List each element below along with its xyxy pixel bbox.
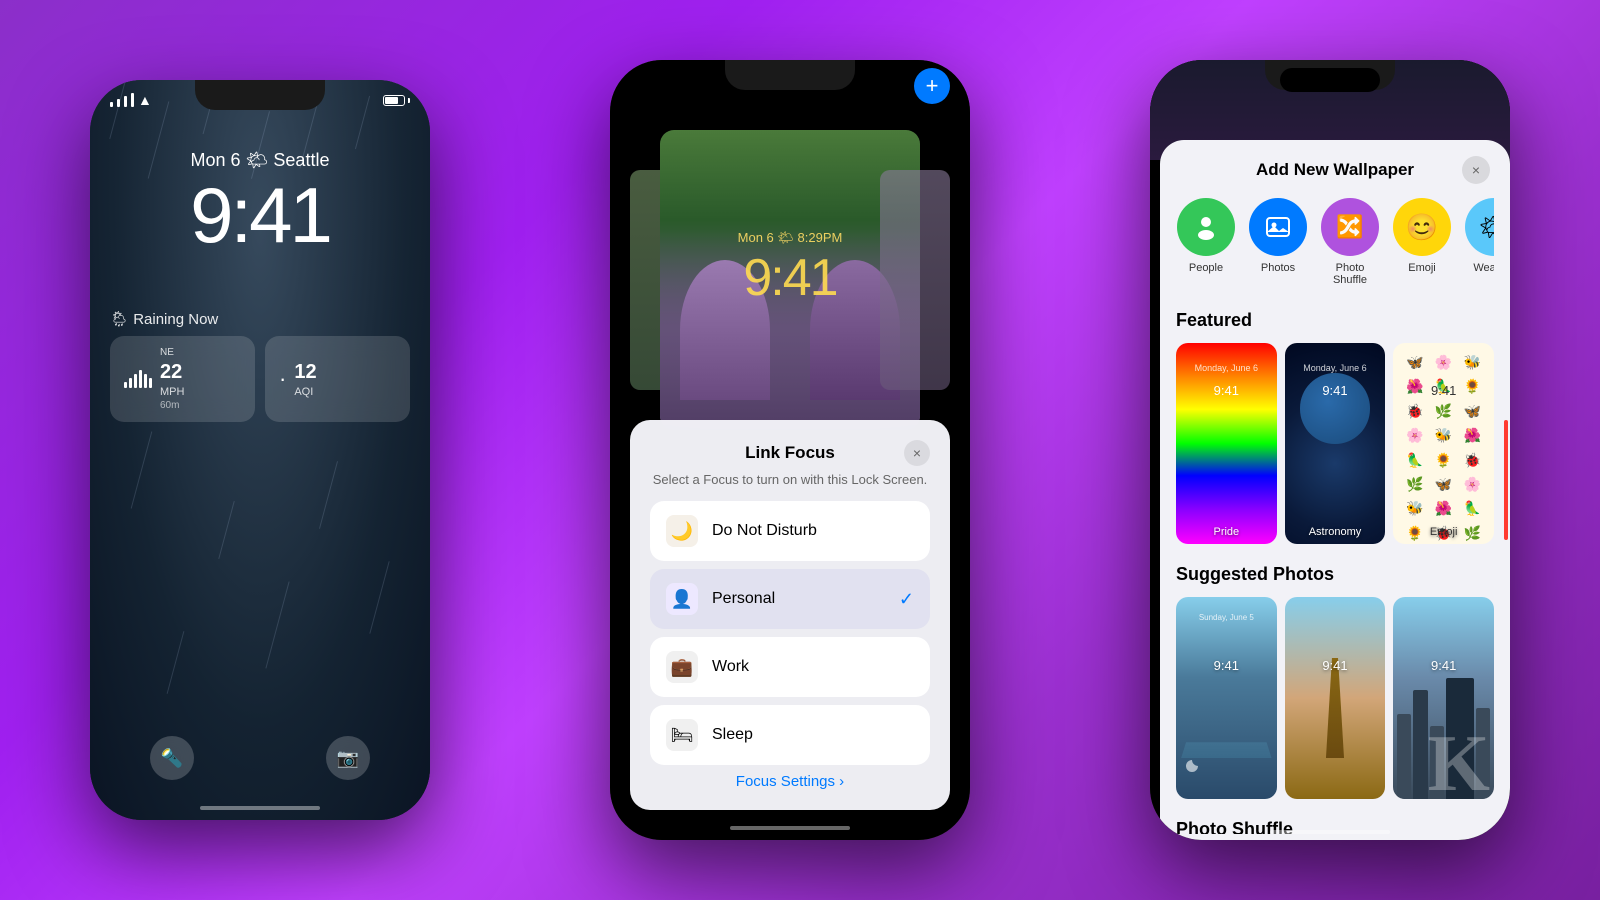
- focus-option-work[interactable]: 💼 Work: [650, 637, 930, 697]
- battery-indicator: [383, 95, 410, 106]
- photo-shuffle-type-icon: 🔀: [1321, 198, 1379, 256]
- people-type-icon: [1177, 198, 1235, 256]
- status-bar: ▲: [110, 92, 410, 108]
- modal-close-button[interactable]: ×: [904, 440, 930, 466]
- home-indicator-3[interactable]: [1270, 830, 1390, 834]
- type-photos-label: Photos: [1261, 262, 1295, 274]
- aqi-number: 12: [294, 359, 316, 385]
- flashlight-icon: 🔦: [161, 748, 183, 769]
- pride-label: Pride: [1176, 526, 1277, 538]
- home-indicator[interactable]: [200, 806, 320, 810]
- work-label: Work: [712, 658, 914, 676]
- type-emoji[interactable]: 😊 Emoji: [1392, 198, 1452, 286]
- wallpaper-screen: Add New Wallpaper × People: [1150, 60, 1510, 840]
- wind-time: 60m: [160, 399, 184, 412]
- camera-button[interactable]: 📷: [326, 736, 370, 780]
- wallpaper-emoji[interactable]: 🦋🌸🐝 🌺🦜🌻 🐞🌿🦋 🌸🐝🌺 🦜🌻🐞 🌿🦋🌸 🐝🌺🦜 🌻🐞🌿: [1393, 343, 1494, 544]
- panel-close-button[interactable]: ×: [1462, 156, 1490, 184]
- type-emoji-label: Emoji: [1408, 262, 1436, 274]
- featured-grid: 9:41 Monday, June 6 Pride 9:41 Monday, J…: [1176, 343, 1494, 544]
- panel-title: Add New Wallpaper: [1208, 160, 1462, 180]
- dnd-label: Do Not Disturb: [712, 522, 914, 540]
- sleep-label: Sleep: [712, 726, 914, 744]
- dnd-icon: 🌙: [666, 515, 698, 547]
- sleep-icon: 🛏: [666, 719, 698, 751]
- photo-time-overlay-3: 9:41: [1393, 658, 1494, 673]
- bridge-graphic: [1176, 678, 1277, 759]
- aqi-info: 12 AQI: [294, 359, 316, 399]
- lock-screen: ▲ Mon 6 🌤 Seattle 9:41 🌦 Raining Now: [90, 80, 430, 820]
- panel-header: Add New Wallpaper ×: [1160, 140, 1510, 194]
- phone-link-focus: PHOTO + Mon 6 🌤 8:29PM 9:41 Link Fo: [610, 60, 970, 840]
- photo-time-overlay: 9:41: [1176, 658, 1277, 673]
- weather-widget: 🌦 Raining Now NE 22 MPH: [110, 310, 410, 422]
- astronomy-label: Astronomy: [1285, 526, 1386, 538]
- featured-section-title: Featured: [1176, 310, 1494, 331]
- wind-speed: 22: [160, 359, 184, 385]
- photo-time: 9:41: [610, 248, 970, 308]
- phone-lock-screen: ▲ Mon 6 🌤 Seattle 9:41 🌦 Raining Now: [90, 80, 430, 820]
- emoji-type-icon: 😊: [1393, 198, 1451, 256]
- emoji-wallpaper-grid: 🦋🌸🐝 🌺🦜🌻 🐞🌿🦋 🌸🐝🌺 🦜🌻🐞 🌿🦋🌸 🐝🌺🦜 🌻🐞🌿: [1393, 343, 1494, 544]
- focus-option-sleep[interactable]: 🛏 Sleep: [650, 705, 930, 765]
- suggested-photos-title: Suggested Photos: [1176, 564, 1494, 585]
- type-people[interactable]: People: [1176, 198, 1236, 286]
- add-button[interactable]: +: [914, 68, 950, 104]
- focus-settings-link[interactable]: Focus Settings ›: [650, 773, 930, 790]
- phone-add-wallpaper: Add New Wallpaper × People: [1150, 60, 1510, 840]
- link-focus-modal: Link Focus × Select a Focus to turn on w…: [630, 420, 950, 810]
- checkmark-icon: ✓: [899, 589, 914, 610]
- wind-stat: NE 22 MPH 60m: [110, 336, 255, 422]
- focus-option-dnd[interactable]: 🌙 Do Not Disturb: [650, 501, 930, 561]
- type-photo-shuffle[interactable]: 🔀 Photo Shuffle: [1320, 198, 1380, 286]
- type-shuffle-label: Photo Shuffle: [1333, 262, 1367, 286]
- personal-label: Personal: [712, 590, 885, 608]
- work-icon: 💼: [666, 651, 698, 683]
- watermark: K: [1428, 719, 1490, 810]
- type-weather[interactable]: 🌤 Weather: [1464, 198, 1494, 286]
- notch: [1280, 68, 1380, 92]
- weather-type-icon: 🌤: [1465, 198, 1494, 256]
- home-indicator-2[interactable]: [730, 826, 850, 830]
- photo-time-overlay: Mon 6 🌤 8:29PM 9:41: [610, 230, 970, 308]
- aqi-icon: ·: [279, 366, 286, 392]
- scroll-indicator: [1504, 420, 1508, 540]
- modal-title: Link Focus: [676, 443, 904, 463]
- flashlight-button[interactable]: 🔦: [150, 736, 194, 780]
- personal-icon: 👤: [666, 583, 698, 615]
- wind-bars: [124, 370, 152, 388]
- weather-condition: 🌦 Raining Now: [110, 310, 410, 328]
- focus-option-personal[interactable]: 👤 Personal ✓: [650, 569, 930, 629]
- signal-icons: ▲: [110, 92, 152, 108]
- wallpaper-bridge[interactable]: 9:41 Sunday, June 5: [1176, 597, 1277, 798]
- wallpaper-astronomy[interactable]: 9:41 Monday, June 6 Astronomy: [1285, 343, 1386, 544]
- wallpaper-desert[interactable]: 9:41: [1285, 597, 1386, 798]
- lock-time: 9:41: [90, 170, 430, 261]
- modal-subtitle: Select a Focus to turn on with this Lock…: [650, 472, 930, 487]
- bottom-quick-actions: 🔦 📷: [90, 736, 430, 780]
- wind-direction: NE: [160, 346, 184, 359]
- aqi-stat: · 12 AQI: [265, 336, 410, 422]
- camera-icon: 📷: [337, 748, 359, 769]
- modal-header: Link Focus ×: [650, 440, 930, 466]
- type-photos[interactable]: Photos: [1248, 198, 1308, 286]
- weather-stats: NE 22 MPH 60m · 12 AQI: [110, 336, 410, 422]
- photo-preview-area: Mon 6 🌤 8:29PM 9:41: [610, 110, 970, 450]
- moon-icon: [1184, 758, 1200, 779]
- cellular-signal: [110, 93, 134, 107]
- aqi-label: AQI: [294, 385, 316, 399]
- lock-date: Mon 6 🌤 Seattle: [90, 150, 430, 171]
- emoji-label: Emoji: [1393, 526, 1494, 538]
- wallpaper-type-row: People Photos: [1176, 194, 1494, 290]
- wallpaper-pride[interactable]: 9:41 Monday, June 6 Pride: [1176, 343, 1277, 544]
- type-weather-label: Weather: [1473, 262, 1494, 274]
- photos-type-icon: [1249, 198, 1307, 256]
- photo-screen: PHOTO + Mon 6 🌤 8:29PM 9:41 Link Fo: [610, 60, 970, 840]
- wind-info: NE 22 MPH 60m: [160, 346, 184, 412]
- type-people-label: People: [1189, 262, 1223, 274]
- wind-unit: MPH: [160, 385, 184, 399]
- photo-date: Mon 6 🌤 8:29PM: [610, 230, 970, 246]
- photo-time-overlay-2: 9:41: [1285, 658, 1386, 673]
- wifi-icon: ▲: [138, 92, 152, 108]
